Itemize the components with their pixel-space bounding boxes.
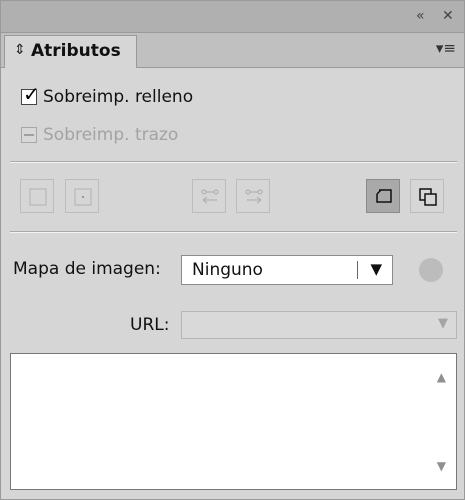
stroke-overprint-checkbox <box>21 127 37 143</box>
updown-arrows-icon: ⇕ <box>14 42 26 58</box>
direction-left-button[interactable] <box>192 179 226 213</box>
nonprinting-button[interactable] <box>20 179 54 213</box>
tab-atributos[interactable]: ⇕ Atributos <box>4 35 137 68</box>
image-map-label: Mapa de imagen: <box>13 259 161 279</box>
dash-icon <box>24 134 34 136</box>
alt-text-area[interactable]: ▲ ▼ <box>10 353 457 490</box>
dropdown-arrow-icon: ▼ <box>370 260 382 278</box>
nonzero-fill-button[interactable] <box>410 179 444 213</box>
fill-rule-icon <box>376 189 392 203</box>
select-divider <box>357 261 358 279</box>
center-point-button[interactable] <box>65 179 99 213</box>
arrow-left-line-icon <box>201 189 219 204</box>
overlap-squares-icon <box>419 188 437 206</box>
square-icon <box>29 188 47 206</box>
globe-icon <box>419 258 443 282</box>
url-label: URL: <box>130 315 170 335</box>
attributes-panel: « ✕ ⇕ Atributos ▾≡ ✓ Sobreimp. relleno S… <box>0 0 465 500</box>
scroll-down-icon[interactable]: ▼ <box>437 459 446 473</box>
close-icon[interactable]: ✕ <box>442 7 454 25</box>
image-map-select[interactable]: Ninguno ▼ <box>181 255 393 285</box>
panel-menu-icon[interactable]: ▾≡ <box>436 39 456 57</box>
url-field: ▼ <box>181 311 457 339</box>
fill-overprint-label: Sobreimp. relleno <box>43 87 194 107</box>
arrow-right-line-icon <box>245 189 263 204</box>
even-odd-fill-button[interactable] <box>366 179 400 213</box>
collapse-icon[interactable]: « <box>416 7 425 25</box>
fill-overprint-row[interactable]: ✓ Sobreimp. relleno <box>21 84 194 107</box>
panel-titlebar: « ✕ <box>1 1 464 33</box>
separator-highlight <box>10 232 457 233</box>
separator-highlight <box>10 162 457 163</box>
checkmark-icon: ✓ <box>23 82 40 106</box>
stroke-overprint-label: Sobreimp. trazo <box>43 125 179 145</box>
dropdown-arrow-icon: ▼ <box>438 316 448 331</box>
fill-overprint-checkbox[interactable]: ✓ <box>21 84 40 105</box>
tab-label: Atributos <box>31 41 121 61</box>
direction-right-button[interactable] <box>236 179 270 213</box>
square-dot-icon <box>74 188 92 206</box>
tab-strip: ⇕ Atributos ▾≡ <box>1 33 464 68</box>
stroke-overprint-row: Sobreimp. trazo <box>21 125 178 145</box>
image-map-value: Ninguno <box>192 260 263 280</box>
scroll-up-icon[interactable]: ▲ <box>437 370 446 384</box>
